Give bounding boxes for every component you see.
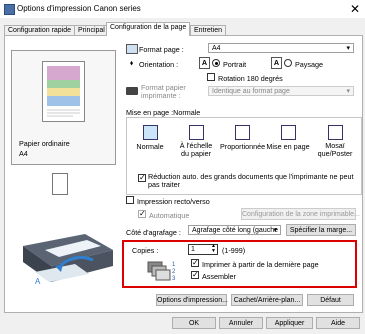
cote-agrafage-label: Côté d'agrafage : [126, 228, 181, 237]
page-layout-icon [280, 125, 296, 140]
layout-normale[interactable]: Normale [128, 118, 172, 151]
printer-illustration-icon: A [23, 234, 113, 286]
aide-button[interactable]: Aide [316, 317, 360, 329]
layout-echelle-label: À l'échelle du papier [179, 141, 213, 158]
portrait-icon: A [199, 57, 210, 69]
print-options-window: Options d'impression Canon series ✕ Conf… [0, 0, 365, 334]
format-papier-label: Format papier imprimante : [141, 83, 186, 100]
format-page-label: Format page : [139, 45, 184, 54]
landscape-icon: A [271, 57, 282, 69]
orientation-icon: ⬧ [130, 60, 134, 67]
mise-en-page-label: Mise en page :Normale [126, 108, 201, 117]
chevron-down-icon: ▾ [346, 45, 350, 52]
close-icon[interactable]: ✕ [350, 2, 360, 16]
svg-text:A: A [35, 277, 41, 286]
format-papier-select[interactable]: Identique au format page ▾ [208, 86, 354, 96]
title-bar: Options d'impression Canon series ✕ [0, 0, 365, 18]
options-impression-button[interactable]: Options d'impression... [156, 294, 228, 306]
orientation-label: Orientation : [139, 60, 179, 69]
format-papier-value: Identique au format page [212, 88, 290, 95]
ok-button[interactable]: OK [172, 317, 216, 329]
chevron-down-icon: ▾ [273, 227, 277, 234]
recto-verso-label: Impression recto/verso [137, 197, 210, 206]
poster-layout-icon [327, 125, 343, 140]
cachet-arriere-plan-button[interactable]: Cachet/Arrière-plan... [231, 294, 303, 306]
cote-agrafage-value: Agrafage côté long (gauche [192, 227, 279, 234]
layout-proportionnee-label: Proportionnée [220, 142, 266, 151]
defaut-button[interactable]: Défaut [307, 294, 354, 306]
paper-type-label: Papier ordinaire [19, 139, 70, 148]
layout-mosaique-label: Mosaï que/Poster [317, 141, 353, 158]
chevron-down-icon: ▾ [346, 88, 350, 95]
rotation-label: Rotation 180 degrés [218, 74, 283, 83]
layout-mise-en-page[interactable]: Mise en page [266, 118, 310, 151]
annuler-button[interactable]: Annuler [219, 317, 263, 329]
paysage-label: Paysage [295, 60, 323, 69]
layout-mosaique-poster[interactable]: Mosaï que/Poster [313, 118, 357, 158]
tab-configuration-page[interactable]: Configuration de la page [106, 22, 191, 36]
rotation-checkbox[interactable] [207, 73, 215, 81]
window-title: Options d'impression Canon series [17, 4, 141, 13]
layout-mise-en-page-label: Mise en page [266, 142, 310, 151]
scale-to-paper-icon [188, 125, 204, 140]
paper-tray-icon [52, 173, 68, 195]
layout-normale-label: Normale [136, 142, 164, 151]
recto-verso-checkbox[interactable] [126, 196, 134, 204]
reduction-auto-checkbox[interactable]: ✓ [138, 174, 146, 182]
config-zone-imprimable-button[interactable]: Configuration de la zone imprimable... [241, 208, 360, 220]
reduction-auto-label: Réduction auto. des grands documents que… [148, 172, 354, 189]
cote-agrafage-select[interactable]: Agrafage côté long (gauche ▾ [188, 225, 281, 235]
paysage-radio[interactable] [284, 59, 292, 67]
page-size-icon [126, 44, 138, 54]
portrait-radio[interactable] [212, 59, 220, 67]
portrait-label: Portrait [223, 60, 247, 69]
automatique-checkbox[interactable]: ✓ [138, 210, 146, 218]
automatique-label: Automatique [149, 211, 190, 220]
paper-size-label: A4 [19, 149, 28, 158]
scaled-layout-icon [234, 125, 250, 140]
specifier-marge-button[interactable]: Spécifier la marge... [286, 224, 356, 236]
normal-layout-icon [142, 125, 158, 140]
format-page-value: A4 [212, 45, 221, 52]
paper-preview [42, 61, 85, 122]
printer-paper-icon [126, 87, 138, 95]
appliquer-button[interactable]: Appliquer [266, 317, 313, 329]
layout-echelle-papier[interactable]: À l'échelle du papier [174, 118, 218, 158]
preview-image-icon [47, 66, 80, 117]
format-page-select[interactable]: A4 ▾ [208, 43, 354, 53]
printer-app-icon [4, 4, 15, 15]
copies-highlight-frame [122, 240, 357, 288]
layout-proportionnee[interactable]: Proportionnée [220, 118, 266, 151]
